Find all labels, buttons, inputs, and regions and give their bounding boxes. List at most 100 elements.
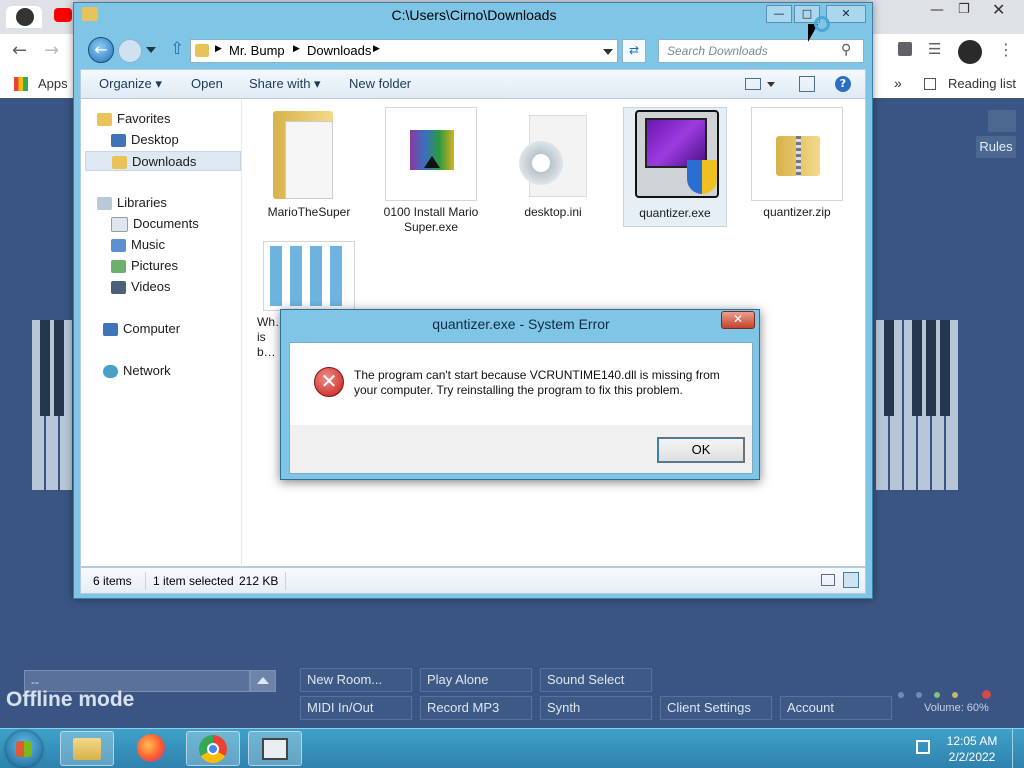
nav-favorites[interactable]: Favorites: [97, 109, 170, 129]
volume-label[interactable]: Volume: 60%: [924, 702, 989, 714]
browser-tab-active[interactable]: [6, 6, 42, 28]
chevron-right-icon: ▶: [215, 44, 222, 54]
chevron-down-icon[interactable]: [603, 49, 613, 55]
nav-music[interactable]: Music: [111, 235, 165, 255]
start-button[interactable]: [6, 731, 42, 767]
refresh-icon[interactable]: ⇄: [622, 39, 646, 63]
close-button[interactable]: ✕: [826, 5, 866, 23]
profile-avatar[interactable]: [958, 40, 982, 64]
settings-file-icon: [507, 107, 599, 201]
apps-icon[interactable]: [14, 77, 28, 91]
youtube-icon[interactable]: [54, 8, 72, 22]
menu-icon[interactable]: ⋮: [998, 40, 1014, 59]
extensions-icon[interactable]: [898, 42, 912, 56]
item-count: 6 items: [93, 574, 132, 588]
client-settings-button[interactable]: Client Settings: [660, 696, 772, 720]
nav-pictures[interactable]: Pictures: [111, 256, 178, 276]
file-item[interactable]: quantizer.zip: [745, 107, 849, 227]
reading-list-button[interactable]: Reading list: [948, 76, 1016, 91]
apps-bookmark[interactable]: Apps: [38, 76, 68, 91]
selection-size: 212 KB: [239, 574, 279, 588]
view-icon[interactable]: [745, 78, 761, 90]
minimize-browser-icon[interactable]: —: [930, 2, 944, 18]
file-item[interactable]: desktop.ini: [501, 107, 605, 227]
clock-time[interactable]: 12:05 AM: [940, 734, 1004, 748]
minimize-button[interactable]: —: [766, 5, 792, 23]
preview-pane-icon[interactable]: [799, 76, 815, 92]
volume-dot: [952, 692, 958, 698]
star-icon: [97, 113, 112, 127]
clock-date[interactable]: 2/2/2022: [940, 750, 1004, 764]
show-desktop-button[interactable]: [1012, 729, 1024, 768]
account-button[interactable]: Account: [780, 696, 892, 720]
chat-send-button[interactable]: [250, 670, 276, 692]
close-browser-icon[interactable]: ✕: [992, 0, 1005, 19]
search-input[interactable]: Search Downloads ⚲: [658, 39, 864, 63]
play-alone-button[interactable]: Play Alone: [420, 668, 532, 692]
pictures-icon: [111, 260, 126, 274]
details-view-icon[interactable]: [821, 574, 835, 586]
firefox-icon: [137, 734, 165, 762]
file-name: 0100 Install Mario Super.exe: [383, 205, 479, 234]
sound-select-button[interactable]: Sound Select: [540, 668, 652, 692]
restore-browser-icon[interactable]: ❐: [958, 2, 970, 17]
nav-libraries[interactable]: Libraries: [97, 193, 167, 213]
media-icon[interactable]: ☰: [928, 40, 941, 58]
file-name: desktop.ini: [524, 205, 582, 219]
application-icon: [629, 108, 721, 202]
record-mp3-button[interactable]: Record MP3: [420, 696, 532, 720]
reading-list-icon[interactable]: [924, 78, 936, 90]
help-icon[interactable]: ?: [835, 76, 851, 92]
dialog-close-button[interactable]: ✕: [721, 311, 755, 329]
nav-videos[interactable]: Videos: [111, 277, 171, 297]
chevron-down-icon[interactable]: [767, 82, 775, 87]
nav-desktop[interactable]: Desktop: [111, 130, 179, 150]
forward-arrow-icon[interactable]: [118, 39, 142, 63]
rules-button[interactable]: Rules: [976, 136, 1016, 158]
chevron-right-icon: ▶: [293, 44, 300, 54]
taskbar-app[interactable]: [248, 731, 302, 766]
window-app-icon: [262, 738, 288, 760]
taskbar-chrome[interactable]: [186, 731, 240, 766]
taskbar-firefox[interactable]: [124, 731, 178, 766]
organize-button[interactable]: Organize ▾: [99, 76, 162, 92]
selection-count: 1 item selected: [153, 574, 234, 588]
open-button[interactable]: Open: [191, 76, 223, 91]
ok-button[interactable]: OK: [657, 437, 745, 463]
file-item[interactable]: MarioTheSuper: [257, 107, 361, 227]
nav-documents[interactable]: Documents: [111, 214, 199, 234]
forward-icon[interactable]: →: [44, 40, 59, 61]
file-item-selected[interactable]: quantizer.exe: [623, 107, 727, 227]
breadcrumb-item[interactable]: Mr. Bump: [229, 43, 285, 58]
breadcrumb-item[interactable]: Downloads: [307, 43, 371, 58]
file-item[interactable]: 0100 Install Mario Super.exe: [379, 107, 483, 234]
chat-toggle-icon[interactable]: [988, 110, 1016, 132]
midi-button[interactable]: MIDI In/Out: [300, 696, 412, 720]
folder-icon: [195, 44, 209, 57]
chevron-down-icon[interactable]: [146, 47, 156, 53]
nav-downloads[interactable]: Downloads: [85, 151, 241, 171]
divider: [285, 572, 286, 590]
taskbar-explorer[interactable]: [60, 731, 114, 766]
new-folder-button[interactable]: New folder: [349, 76, 411, 91]
image-file-icon: [263, 241, 355, 311]
synth-button[interactable]: Synth: [540, 696, 652, 720]
large-icons-view-icon[interactable]: [843, 572, 859, 588]
videos-icon: [111, 281, 126, 295]
command-bar: Organize ▾ Open Share with ▾ New folder …: [80, 69, 866, 99]
back-arrow-icon[interactable]: ←: [88, 37, 114, 63]
network-tray-icon[interactable]: [916, 740, 930, 754]
folder-icon: [263, 107, 355, 201]
volume-dot: [934, 692, 940, 698]
search-icon[interactable]: ⚲: [841, 42, 851, 58]
nav-computer[interactable]: Computer: [103, 319, 180, 339]
nav-network[interactable]: Network: [103, 361, 171, 381]
share-with-button[interactable]: Share with ▾: [249, 76, 321, 92]
new-room-button[interactable]: New Room...: [300, 668, 412, 692]
more-bookmarks-icon[interactable]: »: [894, 75, 902, 91]
back-icon[interactable]: ←: [12, 40, 27, 61]
up-arrow-icon[interactable]: ⇧: [170, 39, 184, 59]
address-bar[interactable]: ▶ Mr. Bump ▶ Downloads ▶: [190, 39, 618, 63]
error-icon: ✕: [314, 367, 344, 397]
search-placeholder: Search Downloads: [667, 44, 768, 58]
